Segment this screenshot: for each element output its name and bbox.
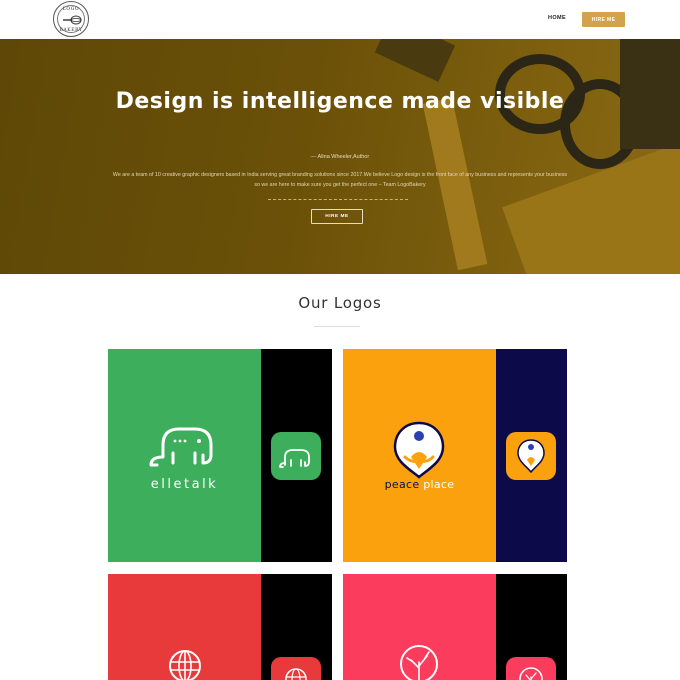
tree-circle-icon — [519, 667, 543, 680]
globe-icon — [285, 668, 307, 680]
elephant-icon — [149, 427, 213, 467]
logo-bottom-text: BAKERY — [59, 28, 83, 33]
hero-hire-button[interactable]: HIRE ME — [311, 209, 363, 224]
meditation-pin-icon — [517, 439, 545, 474]
hero-quote: — Alina Wheeler,Author — [310, 154, 370, 160]
section-divider — [314, 326, 360, 327]
app-icon — [506, 657, 556, 680]
hero-description: We are a team of 10 creative graphic des… — [112, 172, 568, 188]
elephant-icon — [279, 449, 310, 468]
nav-hire-button[interactable]: HIRE ME — [582, 12, 625, 27]
logo-card-globe[interactable] — [108, 574, 332, 680]
logo-card-main: peace place — [343, 349, 496, 562]
app-icon — [271, 432, 321, 480]
section-title: Our Logos — [298, 294, 382, 312]
hero-title: Design is intelligence made visible — [115, 89, 565, 114]
tree-circle-icon — [400, 645, 438, 680]
app-icon — [271, 657, 321, 680]
logo-card-elletalk[interactable]: elletalk — [108, 349, 332, 562]
hero-paper-shape — [374, 39, 456, 82]
logo-brand-text-a: peace — [384, 478, 420, 491]
hero-dark-corner — [620, 39, 680, 149]
site-logo[interactable]: LOGO BAKERY — [53, 1, 89, 37]
logo-card-main — [108, 574, 261, 680]
logo-card-side — [261, 574, 332, 680]
logo-card-main: elletalk — [108, 349, 261, 562]
logo-brand-text-b: place — [423, 478, 455, 491]
logo-top-text: LOGO — [62, 7, 80, 12]
whisk-icon — [63, 15, 82, 25]
logo-card-pink[interactable] — [343, 574, 567, 680]
logo-card-side — [261, 349, 332, 562]
site-header: LOGO BAKERY HOME HIRE ME — [0, 0, 680, 39]
logo-brand-text: elletalk — [150, 477, 219, 492]
nav-home-link[interactable]: HOME — [548, 15, 566, 21]
logo-brand-text: peace place — [343, 478, 496, 491]
app-icon — [506, 432, 556, 480]
hero-divider — [268, 199, 408, 200]
logo-card-side — [496, 574, 567, 680]
hero-banner: Design is intelligence made visible — Al… — [0, 39, 680, 274]
globe-icon — [169, 650, 201, 680]
logo-card-main — [343, 574, 496, 680]
logo-card-side — [496, 349, 567, 562]
meditation-pin-icon — [393, 421, 445, 479]
logo-card-peace-place[interactable]: peace place — [343, 349, 567, 562]
